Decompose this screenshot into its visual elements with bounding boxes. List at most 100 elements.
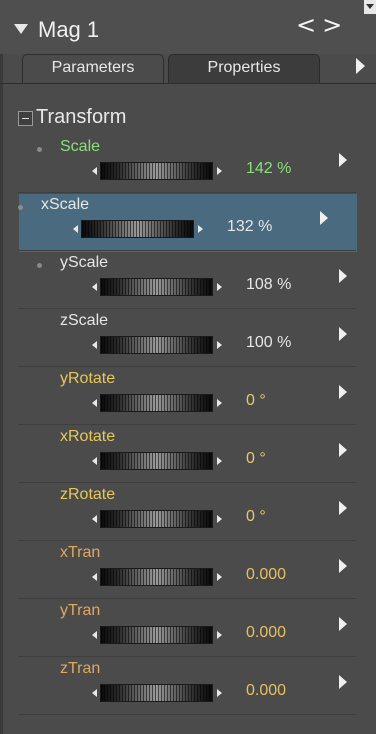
parameter-value[interactable]: 0 °: [246, 508, 266, 526]
dial-right-arrow-icon[interactable]: [217, 283, 222, 291]
dial-wheel[interactable]: [100, 568, 213, 586]
parameter-label: zTran: [60, 660, 101, 677]
parameter-dial[interactable]: [92, 626, 222, 644]
row-separator: [18, 192, 356, 193]
dial-wheel[interactable]: [100, 394, 213, 412]
parameter-row-ztran[interactable]: zTran 0.000: [0, 658, 376, 716]
parameter-dial[interactable]: [92, 568, 222, 586]
dial-left-arrow-icon[interactable]: [92, 631, 97, 639]
parameter-dial[interactable]: [73, 220, 203, 238]
parameter-label: yScale: [60, 254, 109, 271]
dial-left-arrow-icon[interactable]: [92, 399, 97, 407]
parameter-dial[interactable]: [92, 510, 222, 528]
parameter-value[interactable]: 0 °: [246, 392, 266, 410]
parameter-value[interactable]: 0.000: [246, 566, 286, 584]
keyframe-dot-icon: [37, 263, 42, 268]
parameter-menu-arrow-icon[interactable]: [339, 501, 347, 515]
parameter-menu-arrow-icon[interactable]: [339, 559, 347, 573]
dial-right-arrow-icon[interactable]: [217, 341, 222, 349]
dial-left-arrow-icon[interactable]: [92, 515, 97, 523]
dial-left-arrow-icon[interactable]: [92, 457, 97, 465]
dial-left-arrow-icon[interactable]: [92, 167, 97, 175]
parameter-menu-arrow-icon[interactable]: [320, 211, 328, 225]
row-separator: [18, 424, 356, 425]
tab-parameters[interactable]: Parameters: [22, 54, 164, 83]
row-separator: [18, 540, 356, 541]
panel-title[interactable]: Mag 1: [38, 17, 99, 43]
row-separator: [18, 308, 356, 309]
dial-right-arrow-icon[interactable]: [198, 225, 203, 233]
dial-left-arrow-icon[interactable]: [92, 341, 97, 349]
parameter-label: zRotate: [60, 486, 116, 503]
parameter-menu-arrow-icon[interactable]: [339, 443, 347, 457]
dial-wheel[interactable]: [100, 452, 213, 470]
parameter-row-xrotate[interactable]: xRotate 0 °: [0, 426, 376, 484]
tab-properties[interactable]: Properties: [168, 54, 320, 84]
parameter-dial[interactable]: [92, 278, 222, 296]
dial-right-arrow-icon[interactable]: [217, 457, 222, 465]
dial-right-arrow-icon[interactable]: [217, 167, 222, 175]
panel-menu-icon[interactable]: [364, 0, 376, 14]
dial-wheel[interactable]: [100, 162, 213, 180]
parameter-row-zrotate[interactable]: zRotate 0 °: [0, 484, 376, 542]
parameter-label: yTran: [60, 602, 101, 619]
dial-right-arrow-icon[interactable]: [217, 573, 222, 581]
row-separator: [18, 714, 356, 715]
parameter-dial[interactable]: [92, 394, 222, 412]
parameter-value[interactable]: 142 %: [246, 160, 291, 178]
parameter-menu-arrow-icon[interactable]: [339, 675, 347, 689]
parameter-dial[interactable]: [92, 162, 222, 180]
parameter-dial[interactable]: [92, 336, 222, 354]
parameter-dial[interactable]: [92, 684, 222, 702]
keyframe-dot-icon: [37, 147, 42, 152]
dial-wheel[interactable]: [100, 278, 213, 296]
parameter-row-xtran[interactable]: xTran 0.000: [0, 542, 376, 600]
dial-left-arrow-icon[interactable]: [73, 225, 78, 233]
dial-right-arrow-icon[interactable]: [217, 631, 222, 639]
parameter-row-yrotate[interactable]: yRotate 0 °: [0, 368, 376, 426]
dial-right-arrow-icon[interactable]: [217, 689, 222, 697]
dial-left-arrow-icon[interactable]: [92, 573, 97, 581]
prev-next-arrows-icon[interactable]: <>: [296, 11, 348, 39]
parameter-label: Scale: [60, 138, 101, 155]
dial-wheel[interactable]: [100, 626, 213, 644]
parameter-menu-arrow-icon[interactable]: [339, 327, 347, 341]
parameter-row-zscale[interactable]: zScale 100 %: [0, 310, 376, 368]
parameter-menu-arrow-icon[interactable]: [339, 153, 347, 167]
dial-wheel[interactable]: [81, 220, 194, 238]
parameter-value[interactable]: 108 %: [246, 276, 291, 294]
keyframe-dot-icon: [18, 205, 23, 210]
parameter-value[interactable]: 100 %: [246, 334, 291, 352]
group-title: Transform: [36, 106, 127, 128]
dial-right-arrow-icon[interactable]: [217, 515, 222, 523]
parameter-value[interactable]: 0 °: [246, 450, 266, 468]
parameter-menu-arrow-icon[interactable]: [339, 269, 347, 283]
parameter-row-scale[interactable]: Scale 142 %: [0, 136, 376, 194]
parameter-label: xScale: [41, 196, 90, 213]
parameters-panel: Mag 1 <> Parameters Properties Transform…: [0, 0, 376, 734]
row-separator: [18, 482, 356, 483]
parameter-menu-arrow-icon[interactable]: [339, 385, 347, 399]
dial-wheel[interactable]: [100, 336, 213, 354]
tab-divider: [0, 83, 376, 84]
dial-left-arrow-icon[interactable]: [92, 689, 97, 697]
parameter-value[interactable]: 0.000: [246, 624, 286, 642]
row-separator: [18, 366, 356, 367]
parameter-row-ytran[interactable]: yTran 0.000: [0, 600, 376, 658]
parameter-dial[interactable]: [92, 452, 222, 470]
parameter-menu-arrow-icon[interactable]: [339, 617, 347, 631]
panel-header: Mag 1 <>: [0, 0, 376, 54]
parameter-label: xTran: [60, 544, 101, 561]
parameter-value[interactable]: 0.000: [246, 682, 286, 700]
collapse-minus-icon[interactable]: [18, 111, 33, 126]
collapse-triangle-icon[interactable]: [14, 24, 28, 34]
dial-right-arrow-icon[interactable]: [217, 399, 222, 407]
parameter-value[interactable]: 132 %: [227, 218, 272, 236]
dial-wheel[interactable]: [100, 684, 213, 702]
parameter-row-xscale[interactable]: xScale 132 %: [18, 194, 357, 252]
row-separator: [18, 250, 356, 251]
parameter-row-yscale[interactable]: yScale 108 %: [0, 252, 376, 310]
dial-left-arrow-icon[interactable]: [92, 283, 97, 291]
dial-wheel[interactable]: [100, 510, 213, 528]
tab-menu-arrow-icon[interactable]: [356, 58, 365, 74]
